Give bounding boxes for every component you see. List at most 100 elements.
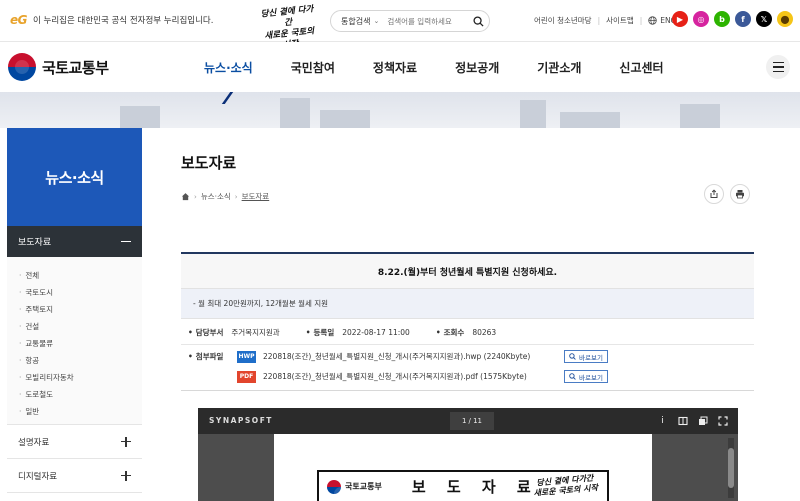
side-nav-item-press[interactable]: 보도자료 (7, 226, 142, 257)
share-button[interactable] (704, 184, 724, 204)
viewer-page-indicator[interactable]: 1 / 11 (450, 412, 494, 430)
sub-banner (0, 92, 800, 128)
side-nav-title: 뉴스·소식 (7, 128, 142, 226)
side-nav-item-digital[interactable]: 디지털자료 (7, 459, 142, 493)
date-label: 등록일 (306, 327, 335, 338)
facebook-icon[interactable]: f (735, 11, 751, 27)
sns-links: ▶ ◎ b f 𝕏 ⬤ (672, 11, 793, 27)
site-logo[interactable]: 국토교통부 (8, 53, 109, 81)
submenu-item[interactable]: 도로철도 (19, 386, 142, 403)
single-page-icon[interactable] (697, 415, 708, 427)
submenu-item[interactable]: 국토도시 (19, 284, 142, 301)
home-icon[interactable] (181, 192, 190, 201)
nav-disclosure[interactable]: 정보공개 (455, 59, 499, 76)
x-icon[interactable]: 𝕏 (756, 11, 772, 27)
side-nav-submenu: 전체 국토도시 주택토지 건설 교통물류 항공 모빌리티자동차 도로철도 일반 (7, 257, 142, 425)
attachments-label: 첨부파일 (188, 351, 224, 362)
date-value: 2022-08-17 11:00 (342, 328, 410, 337)
search-icon (569, 353, 576, 360)
preview-button[interactable]: 바로보기 (564, 370, 608, 383)
nav-about[interactable]: 기관소개 (537, 59, 581, 76)
attachment-link[interactable]: 220818(조간)_청년월세_특별지원_신청_개시(주거복지지원과).pdf … (263, 371, 564, 382)
youtube-icon[interactable]: ▶ (672, 11, 688, 27)
document-title: 보 도 자 료 (411, 478, 539, 496)
hamburger-icon-line (772, 66, 784, 68)
search-input[interactable] (383, 16, 467, 26)
instagram-icon[interactable]: ◎ (693, 11, 709, 27)
chevron-down-icon: ⌄ (373, 17, 380, 25)
breadcrumb: › 뉴스·소식 › 보도자료 (181, 191, 269, 202)
preview-button[interactable]: 바로보기 (564, 350, 608, 363)
submenu-item[interactable]: 전체 (19, 267, 142, 284)
viewer-toolbar: SYNAPSOFT 1 / 11 i (198, 408, 738, 434)
utility-bar: eG 이 누리집은 대한민국 공식 전자정부 누리집입니다. 당신 곁에 다가간… (0, 0, 800, 51)
main-header: 국토교통부 뉴스·소식 국민참여 정책자료 정보공개 기관소개 신고센터 (0, 42, 800, 92)
submenu-item[interactable]: 모빌리티자동차 (19, 369, 142, 386)
breadcrumb-current[interactable]: 보도자료 (242, 191, 270, 202)
search-button[interactable] (467, 11, 489, 31)
chevron-right-icon: › (194, 192, 197, 201)
submenu-item[interactable]: 건설 (19, 318, 142, 335)
submenu-item[interactable]: 항공 (19, 352, 142, 369)
divider: | (597, 16, 601, 25)
utility-links: 어린이 청소년마당 | 사이트맵 | ENG (534, 15, 676, 26)
document-logo-text: 국토교통부 (345, 482, 382, 491)
submenu-item[interactable]: 교통물류 (19, 335, 142, 352)
plus-icon (121, 470, 131, 481)
viewer-brand: SYNAPSOFT (209, 416, 273, 425)
side-nav: 뉴스·소식 보도자료 전체 국토도시 주택토지 건설 교통물류 항공 모빌리티자… (7, 128, 142, 501)
dept-label: 담당부서 (188, 327, 224, 338)
all-menu-button[interactable] (766, 55, 790, 79)
banner-building (680, 104, 720, 128)
search-icon (569, 373, 576, 380)
banner-building (560, 112, 620, 128)
main-content: 보도자료 › 뉴스·소식 › 보도자료 8.22.(월)부터 청년월세 특별지원… (143, 128, 800, 501)
nav-news[interactable]: 뉴스·소식 (204, 59, 253, 76)
blog-icon[interactable]: b (714, 11, 730, 27)
viewer-page-total: / 11 (468, 417, 482, 425)
attachments: 첨부파일 HWP 220818(조간)_청년월세_특별지원_신청_개시(주거복지… (181, 345, 754, 391)
side-nav-item-explain[interactable]: 설명자료 (7, 425, 142, 459)
print-icon (736, 190, 744, 199)
nav-policy[interactable]: 정책자료 (373, 59, 417, 76)
viewer-scrollbar[interactable] (728, 438, 734, 498)
views-value: 80263 (472, 328, 497, 337)
hamburger-icon (772, 61, 784, 64)
document-page: 국토교통부 보 도 자 료 당신 곁에 다가간 새로운 국토의 시작 (274, 434, 652, 501)
submenu-item[interactable]: 주택토지 (19, 301, 142, 318)
article-title: 8.22.(월)부터 청년월세 특별지원 신청하세요. (181, 252, 754, 288)
main-nav: 뉴스·소식 국민참여 정책자료 정보공개 기관소개 신고센터 (204, 59, 702, 76)
views-label: 조회수 (436, 327, 465, 338)
sitemap-link[interactable]: 사이트맵 (606, 15, 634, 26)
pdf-file-icon: PDF (237, 370, 256, 383)
share-icon (710, 189, 718, 198)
info-icon[interactable]: i (657, 415, 668, 427)
kakao-icon[interactable]: ⬤ (777, 11, 793, 27)
kids-link[interactable]: 어린이 청소년마당 (534, 15, 592, 26)
fullscreen-icon[interactable] (717, 415, 728, 427)
attachment-row: PDF 220818(조간)_청년월세_특별지원_신청_개시(주거복지지원과).… (237, 370, 608, 383)
attachment-link[interactable]: 220818(조간)_청년월세_특별지원_신청_개시(주거복지지원과).hwp … (263, 351, 564, 362)
search-box: 통합검색 ⌄ (330, 10, 490, 32)
banner-building (280, 98, 310, 128)
banner-building (120, 106, 160, 128)
side-nav-item-label: 보도자료 (18, 238, 52, 248)
globe-icon (648, 16, 657, 25)
page-title: 보도자료 (181, 154, 237, 172)
document-slogan: 당신 곁에 다가간 새로운 국토의 시작 (532, 472, 598, 498)
logo-text: 국토교통부 (42, 58, 109, 77)
submenu-item[interactable]: 일반 (19, 403, 142, 420)
side-nav-item-label: 설명자료 (18, 437, 50, 448)
search-icon (472, 15, 484, 27)
gov-notice[interactable]: eG 이 누리집은 대한민국 공식 전자정부 누리집입니다. (10, 13, 213, 27)
print-button[interactable] (730, 184, 750, 204)
nav-participation[interactable]: 국민참여 (291, 59, 335, 76)
taeguk-emblem-icon (327, 479, 341, 494)
taeguk-emblem-icon (8, 53, 36, 81)
search-category-select[interactable]: 통합검색 ⌄ (331, 16, 383, 27)
minus-icon (121, 240, 131, 243)
breadcrumb-news[interactable]: 뉴스·소식 (201, 191, 231, 202)
viewer-scroll-thumb[interactable] (728, 448, 734, 488)
fit-width-icon[interactable] (677, 415, 688, 427)
nav-report[interactable]: 신고센터 (619, 59, 663, 76)
